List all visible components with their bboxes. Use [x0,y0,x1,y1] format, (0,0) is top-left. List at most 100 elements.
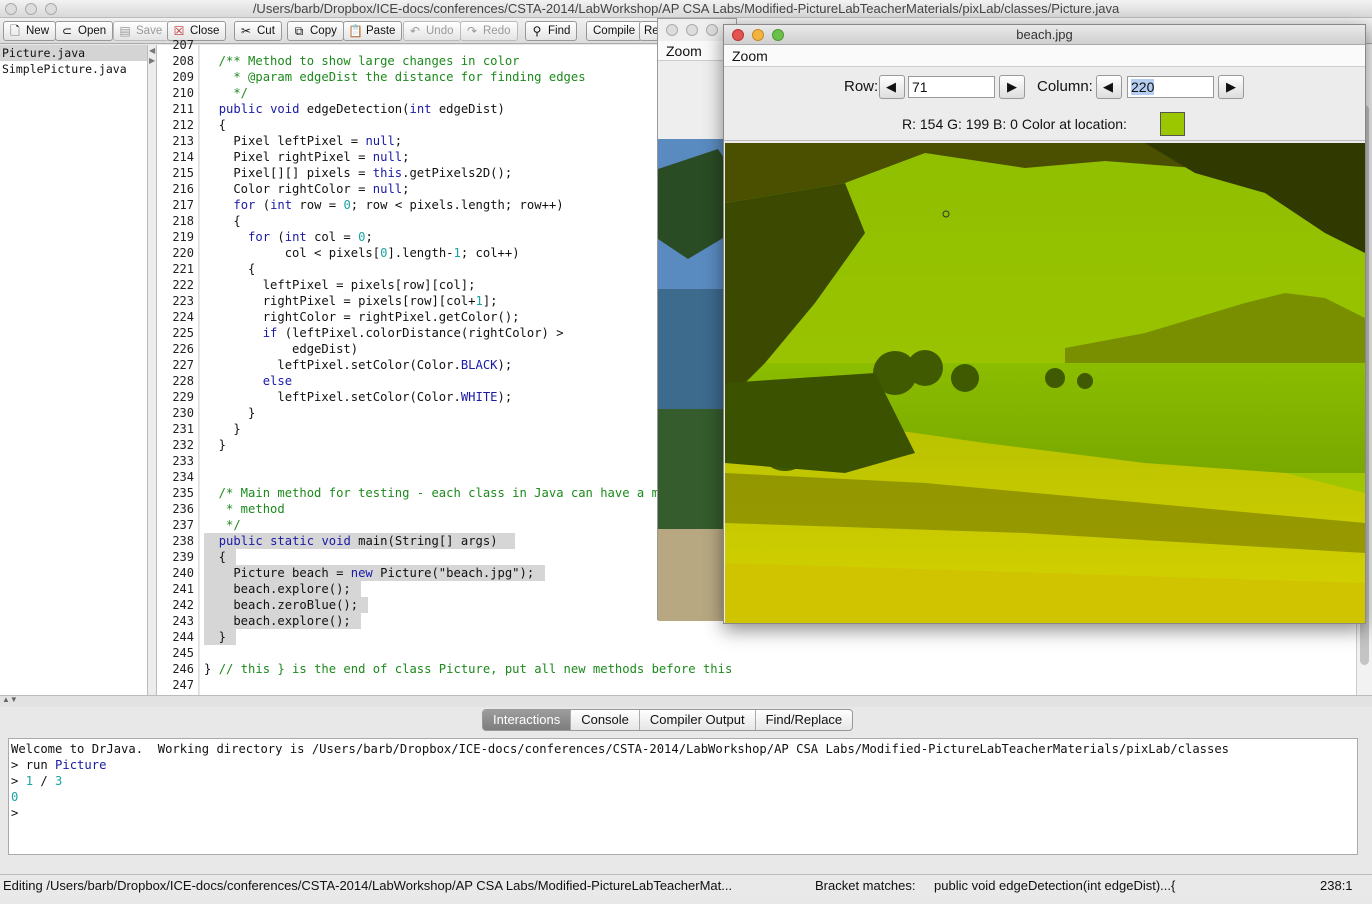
row-label: Row: [844,78,879,95]
close-file-icon: ☒ [173,24,185,38]
cut-button[interactable]: ✂ Cut [234,21,282,41]
code-line: } [204,630,227,644]
save-icon: ▤ [119,24,131,38]
code-line: /** Method to show large changes in colo… [204,54,520,68]
code-line: Pixel leftPixel = null; [204,134,403,148]
column-prev-button[interactable]: ◀ [1096,75,1122,99]
row-prev-button[interactable]: ◀ [879,75,905,99]
interactions-pane[interactable]: Welcome to DrJava. Working directory is … [8,738,1358,855]
new-button[interactable]: 🗋 New [3,21,57,41]
new-file-icon: 🗋 [10,24,20,38]
code-line: } [204,422,241,436]
back-zoom-icon[interactable] [706,24,718,36]
line-number: 214 [172,150,194,164]
interaction-line: > run Picture [11,758,107,772]
column-next-button[interactable]: ▶ [1218,75,1244,99]
code-line: Picture beach = new Picture("beach.jpg")… [204,566,535,580]
binoculars-icon: ⚲ [532,24,542,38]
close-window-icon[interactable] [5,3,17,15]
back-close-icon[interactable] [666,24,678,36]
tab-console[interactable]: Console [571,710,640,730]
code-line: Pixel[][] pixels = this.getPixels2D(); [204,166,513,180]
minimize-window-icon[interactable] [25,3,37,15]
interaction-prompt[interactable]: > [11,805,18,821]
line-number: 231 [172,422,194,436]
redo-icon: ↷ [466,24,478,38]
compile-button[interactable]: Compile [586,21,643,41]
file-item-picture[interactable]: Picture.java [0,45,147,61]
document-list: Picture.java SimplePicture.java [0,45,148,695]
picture-close-icon[interactable] [732,29,744,41]
status-bar: Editing /Users/barb/Dropbox/ICE-docs/con… [0,874,1372,896]
redo-button[interactable]: ↷ Redo [460,21,518,41]
code-line: leftPixel.setColor(Color.WHITE); [204,390,513,404]
find-button[interactable]: ⚲ Find [525,21,578,41]
undo-button[interactable]: ↶ Undo [403,21,461,41]
back-minimize-icon[interactable] [686,24,698,36]
code-line: for (int col = 0; [248,230,373,244]
reset-button[interactable]: Re [639,21,659,41]
column-label: Column: [1037,78,1093,95]
tab-interactions[interactable]: Interactions [483,710,572,730]
code-line: Pixel rightPixel = null; [204,150,410,164]
right-arrow-icon: ▶ [1226,79,1236,94]
line-number: 215 [172,166,194,180]
open-button[interactable]: ⊂ Open [55,21,114,41]
code-line: Color rightColor = null; [204,182,410,196]
line-number: 213 [172,134,194,148]
line-number: 225 [172,326,194,340]
line-number: 232 [172,438,194,452]
expand-right-icon[interactable]: ▶ [149,56,155,65]
code-line: { [204,118,227,132]
bottom-tab-bar: Interactions Console Compiler Output Fin… [482,709,854,731]
left-arrow-icon: ◀ [886,79,896,94]
beach-picture-image [725,143,1365,623]
line-number: 239 [172,550,194,564]
code-line: { [204,214,241,228]
column-input[interactable]: 220 [1127,76,1214,98]
picture-zoom-icon[interactable] [772,29,784,41]
welcome-message: Welcome to DrJava. Working directory is … [11,742,1230,756]
line-number: 222 [172,278,194,292]
file-item-simplepicture[interactable]: SimplePicture.java [0,61,147,77]
code-line: { [204,550,227,564]
save-button[interactable]: ▤ Save [113,21,170,41]
paste-button[interactable]: 📋 Paste [343,21,403,41]
code-line: /* Main method for testing - each class … [204,486,681,500]
line-number: 230 [172,406,194,420]
tab-compiler-output[interactable]: Compiler Output [640,710,756,730]
status-file-path: Editing /Users/barb/Dropbox/ICE-docs/con… [3,878,733,893]
code-line: leftPixel = pixels[row][col]; [204,278,476,292]
line-number: 229 [172,390,194,404]
row-next-button[interactable]: ▶ [999,75,1025,99]
code-line: public static void main(String[] args) [218,534,505,548]
picture-minimize-icon[interactable] [752,29,764,41]
code-line: rightColor = rightPixel.getColor(); [204,310,520,324]
right-arrow-icon: ▶ [1007,79,1017,94]
line-number: 208 [172,54,194,68]
cursor-position: 238:1 [1320,878,1353,893]
line-number: 245 [172,646,194,660]
collapse-left-icon[interactable]: ◀ [149,46,155,55]
line-number-gutter: 207 208 209 210 211 212 213 214 215 216 217 218 219 2… [157,38,199,695]
zoom-window-icon[interactable] [45,3,57,15]
code-line: rightPixel = pixels[row][col+1]; [204,294,498,308]
clipboard-icon: 📋 [348,24,363,38]
line-number: 218 [172,214,194,228]
split-divider[interactable]: ▲▼ [0,695,1372,707]
code-line: beach.zeroBlue(); [204,598,359,612]
line-number: 220 [172,246,194,260]
copy-button[interactable]: ⧉ Copy [287,21,344,41]
left-arrow-icon: ◀ [1103,79,1113,94]
line-number: 228 [172,374,194,388]
line-number: 217 [172,198,194,212]
picture-title-bar: beach.jpg [724,25,1365,45]
row-input[interactable]: 71 [908,76,995,98]
picture-zoom-menu[interactable]: Zoom [724,45,1365,67]
code-line: for (int row = 0; row < pixels.length; r… [233,198,564,212]
line-number: 241 [172,582,194,596]
line-number: 226 [172,342,194,356]
pane-splitter[interactable]: ◀ ▶ [148,45,157,695]
divider-arrows-icon[interactable]: ▲▼ [2,695,18,704]
tab-find-replace[interactable]: Find/Replace [756,710,853,730]
